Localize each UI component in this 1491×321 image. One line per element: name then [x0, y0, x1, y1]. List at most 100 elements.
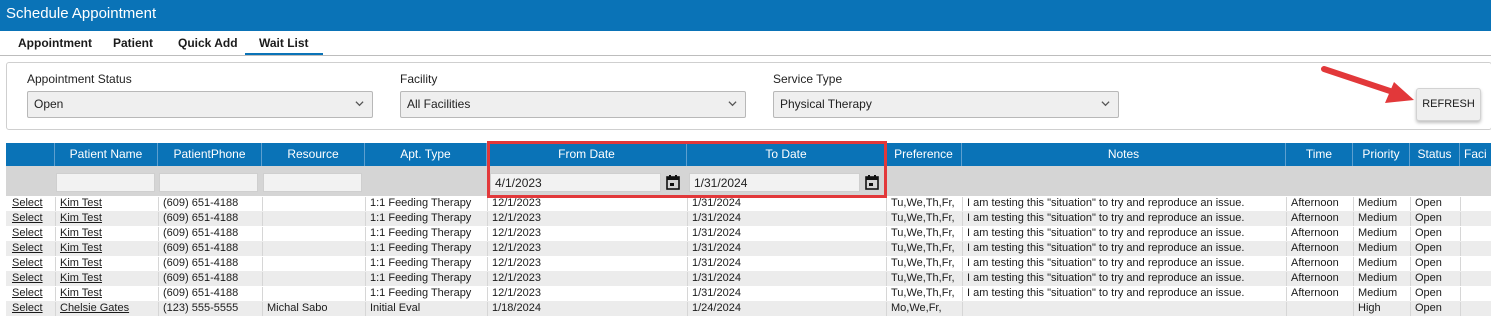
- to-date-cell: 1/31/2024: [687, 197, 886, 211]
- patient-name-cell: Kim Test: [55, 257, 158, 271]
- notes-cell: I am testing this "situation" to try and…: [962, 257, 1286, 271]
- patient-name-link[interactable]: Kim Test: [60, 212, 102, 224]
- status-cell: Open: [1410, 212, 1460, 226]
- patient-name-link[interactable]: Chelsie Gates: [60, 302, 129, 314]
- facility-cell: [1460, 197, 1491, 211]
- resource-cell: [262, 212, 365, 226]
- tab-wait-list[interactable]: Wait List: [245, 36, 323, 55]
- time-cell: Afternoon: [1286, 287, 1353, 301]
- resource-filter-input[interactable]: [263, 173, 362, 192]
- status-cell: Open: [1410, 227, 1460, 241]
- notes-cell: I am testing this "situation" to try and…: [962, 242, 1286, 256]
- notes-cell: I am testing this "situation" to try and…: [962, 272, 1286, 286]
- status-cell: Open: [1410, 197, 1460, 211]
- notes-cell: I am testing this "situation" to try and…: [962, 227, 1286, 241]
- patient-name-cell: Kim Test: [55, 287, 158, 301]
- patient-name-link[interactable]: Kim Test: [60, 272, 102, 284]
- from-date-cell: 12/1/2023: [487, 287, 687, 301]
- column-header-apt-type[interactable]: Apt. Type: [365, 143, 487, 166]
- facility-cell: [1460, 227, 1491, 241]
- service-type-label: Service Type: [773, 72, 843, 86]
- apt-type-cell: 1:1 Feeding Therapy: [365, 227, 487, 241]
- patient-name-filter-input[interactable]: [56, 173, 155, 192]
- apt-type-cell: 1:1 Feeding Therapy: [365, 287, 487, 301]
- phone-cell: (609) 651-4188: [158, 227, 262, 241]
- resource-cell: Michal Sabo: [262, 302, 365, 316]
- patient-name-cell: Kim Test: [55, 212, 158, 226]
- status-cell: Open: [1410, 287, 1460, 301]
- patient-name-link[interactable]: Kim Test: [60, 287, 102, 299]
- resource-cell: [262, 257, 365, 271]
- apt-type-cell: Initial Eval: [365, 302, 487, 316]
- column-header-patient-phone[interactable]: PatientPhone: [158, 143, 262, 166]
- apt-type-cell: 1:1 Feeding Therapy: [365, 197, 487, 211]
- select-link[interactable]: Select: [12, 272, 55, 286]
- from-date-cell: 12/1/2023: [487, 227, 687, 241]
- facility-cell: [1460, 242, 1491, 256]
- status-cell: Open: [1410, 257, 1460, 271]
- preference-cell: Tu,We,Th,Fr,: [886, 272, 962, 286]
- preference-cell: Tu,We,Th,Fr,: [886, 212, 962, 226]
- status-cell: Open: [1410, 302, 1460, 316]
- phone-cell: (123) 555-5555: [158, 302, 262, 316]
- table-row: Select Kim Test (609) 651-4188 1:1 Feedi…: [6, 256, 1491, 271]
- select-link[interactable]: Select: [12, 257, 55, 271]
- column-header-status[interactable]: Status: [1410, 143, 1460, 166]
- facility-cell: [1460, 302, 1491, 316]
- table-row: Select Kim Test (609) 651-4188 1:1 Feedi…: [6, 226, 1491, 241]
- column-header-resource[interactable]: Resource: [262, 143, 365, 166]
- priority-cell: Medium: [1353, 272, 1410, 286]
- facility-cell: [1460, 257, 1491, 271]
- patient-name-link[interactable]: Kim Test: [60, 197, 102, 209]
- phone-cell: (609) 651-4188: [158, 257, 262, 271]
- preference-cell: Tu,We,Th,Fr,: [886, 227, 962, 241]
- from-date-cell: 12/1/2023: [487, 212, 687, 226]
- service-type-select[interactable]: Physical Therapy: [773, 91, 1119, 118]
- select-link[interactable]: Select: [12, 287, 55, 301]
- facility-select[interactable]: All Facilities: [400, 91, 746, 118]
- resource-cell: [262, 227, 365, 241]
- time-cell: Afternoon: [1286, 257, 1353, 271]
- appointment-status-select[interactable]: Open: [27, 91, 373, 118]
- tab-patient[interactable]: Patient: [113, 36, 153, 50]
- status-cell: Open: [1410, 242, 1460, 256]
- phone-cell: (609) 651-4188: [158, 197, 262, 211]
- facility-label: Facility: [400, 72, 438, 86]
- select-link[interactable]: Select: [12, 227, 55, 241]
- priority-cell: Medium: [1353, 212, 1410, 226]
- column-header-facility[interactable]: Faci: [1460, 143, 1491, 166]
- select-link[interactable]: Select: [12, 302, 55, 316]
- select-link[interactable]: Select: [12, 212, 55, 226]
- patient-name-link[interactable]: Kim Test: [60, 227, 102, 239]
- tab-quick-add[interactable]: Quick Add: [178, 36, 238, 50]
- column-header-select: [6, 143, 55, 166]
- select-link[interactable]: Select: [12, 197, 55, 211]
- from-date-cell: 12/1/2023: [487, 272, 687, 286]
- time-cell: Afternoon: [1286, 212, 1353, 226]
- column-header-priority[interactable]: Priority: [1353, 143, 1410, 166]
- patient-name-link[interactable]: Kim Test: [60, 242, 102, 254]
- patient-name-link[interactable]: Kim Test: [60, 257, 102, 269]
- time-cell: Afternoon: [1286, 242, 1353, 256]
- resource-cell: [262, 272, 365, 286]
- apt-type-cell: 1:1 Feeding Therapy: [365, 257, 487, 271]
- time-cell: [1286, 302, 1353, 316]
- phone-cell: (609) 651-4188: [158, 212, 262, 226]
- patient-phone-filter-input[interactable]: [159, 173, 258, 192]
- patient-name-cell: Kim Test: [55, 242, 158, 256]
- refresh-button[interactable]: REFRESH: [1416, 88, 1481, 121]
- column-header-notes[interactable]: Notes: [962, 143, 1286, 166]
- to-date-cell: 1/31/2024: [687, 227, 886, 241]
- resource-cell: [262, 242, 365, 256]
- patient-name-cell: Chelsie Gates: [55, 302, 158, 316]
- phone-cell: (609) 651-4188: [158, 287, 262, 301]
- select-link[interactable]: Select: [12, 242, 55, 256]
- column-header-patient-name[interactable]: Patient Name: [55, 143, 158, 166]
- column-header-time[interactable]: Time: [1286, 143, 1353, 166]
- service-type-value: Physical Therapy: [780, 97, 872, 111]
- date-range-highlight-annotation: [487, 141, 887, 198]
- to-date-cell: 1/31/2024: [687, 287, 886, 301]
- column-header-preference[interactable]: Preference: [886, 143, 962, 166]
- tab-appointment[interactable]: Appointment: [18, 36, 92, 50]
- notes-cell: [962, 302, 1286, 316]
